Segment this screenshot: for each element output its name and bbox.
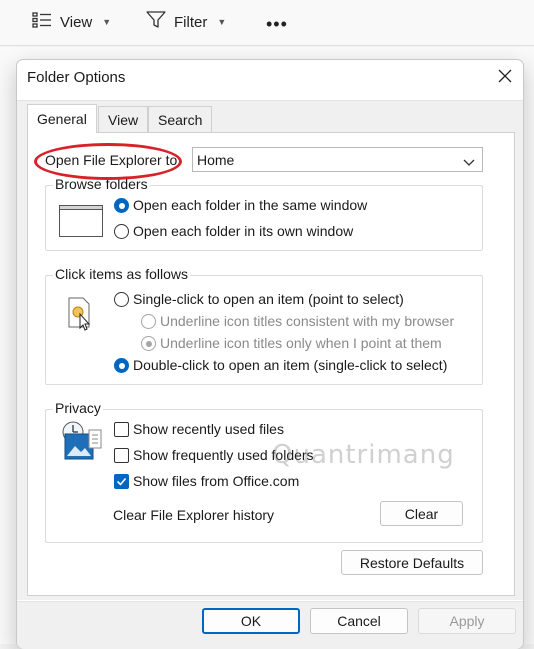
click-items-label: Click items as follows <box>53 266 191 282</box>
view-menu-label: View <box>60 13 93 31</box>
open-explorer-to-select[interactable]: Home <box>192 147 483 172</box>
underline-browser-radio <box>141 314 156 329</box>
browse-folders-group <box>45 185 483 251</box>
browse-same-window-radio[interactable] <box>114 198 129 213</box>
tab-general[interactable]: General <box>27 104 97 133</box>
annotation-ellipse <box>34 143 182 180</box>
browse-same-window-label[interactable]: Open each folder in the same window <box>133 197 367 213</box>
watermark: Quantrimang <box>272 440 455 470</box>
browse-window-icon <box>59 205 103 240</box>
chevron-down-icon: ▼ <box>102 17 112 27</box>
clear-history-label: Clear File Explorer history <box>113 507 275 523</box>
clear-history-button[interactable]: Clear <box>380 501 463 526</box>
recent-files-label[interactable]: Show recently used files <box>133 421 284 437</box>
double-click-radio[interactable] <box>114 358 129 373</box>
chevron-down-icon <box>463 154 475 170</box>
underline-point-radio <box>141 336 156 351</box>
single-click-label[interactable]: Single-click to open an item (point to s… <box>133 291 404 307</box>
view-icon <box>32 12 52 32</box>
checkmark-icon <box>116 477 127 486</box>
open-explorer-to-value: Home <box>197 151 235 168</box>
restore-defaults-button[interactable]: Restore Defaults <box>341 550 483 575</box>
explorer-toolbar: View ▼ Filter ▼ ••• <box>0 0 534 46</box>
click-pointer-icon <box>67 297 95 334</box>
apply-button[interactable]: Apply <box>418 608 516 634</box>
filter-icon <box>146 11 166 33</box>
close-icon <box>498 69 512 86</box>
dialog-title: Folder Options <box>27 69 126 86</box>
privacy-label: Privacy <box>53 400 103 416</box>
close-button[interactable] <box>491 65 519 89</box>
double-click-label[interactable]: Double-click to open an item (single-cli… <box>133 357 447 373</box>
tab-search[interactable]: Search <box>148 106 213 132</box>
office-files-checkbox[interactable] <box>114 474 129 489</box>
chevron-down-icon: ▼ <box>217 17 227 27</box>
recent-files-checkbox[interactable] <box>114 422 129 437</box>
single-click-radio[interactable] <box>114 292 129 307</box>
underline-point-label: Underline icon titles only when I point … <box>160 335 442 351</box>
frequent-folders-checkbox[interactable] <box>114 448 129 463</box>
browse-own-window-label[interactable]: Open each folder in its own window <box>133 223 353 239</box>
office-files-label[interactable]: Show files from Office.com <box>133 473 299 489</box>
view-menu-button[interactable]: View ▼ <box>32 10 111 34</box>
more-options-button[interactable]: ••• <box>266 12 288 36</box>
filter-menu-button[interactable]: Filter ▼ <box>146 10 226 34</box>
tab-view[interactable]: View <box>98 106 149 132</box>
privacy-icon <box>61 420 103 463</box>
ok-button[interactable]: OK <box>202 608 300 634</box>
underline-browser-label: Underline icon titles consistent with my… <box>160 313 455 329</box>
cancel-button[interactable]: Cancel <box>310 608 408 634</box>
filter-menu-label: Filter <box>174 13 208 31</box>
browse-own-window-radio[interactable] <box>114 224 129 239</box>
